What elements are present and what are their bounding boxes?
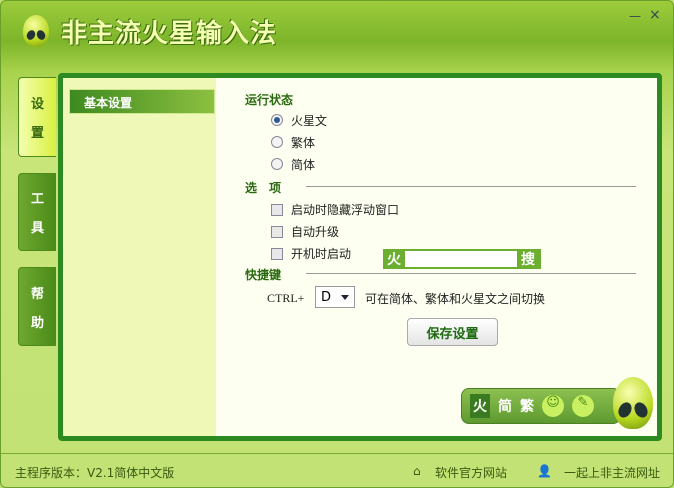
main-window: 非主流火星输入法 — × 设置 工具 帮助 基本设置 运行状态 火星文 繁体 简…	[0, 0, 674, 488]
radio-martian[interactable]	[271, 114, 283, 126]
tab-label: 助	[30, 315, 44, 331]
hotkey-heading: 快捷键	[245, 268, 282, 282]
checkbox-hide-float[interactable]	[271, 204, 283, 216]
checkbox-startup[interactable]	[271, 248, 283, 260]
hotkey-description: 可在简体、繁体和火星文之间切换	[365, 292, 546, 306]
divider	[306, 186, 636, 187]
footer-divider	[1, 453, 673, 454]
search-box: 火 搜	[383, 249, 541, 269]
checkbox-label: 自动升级	[291, 225, 340, 239]
divider	[306, 273, 636, 274]
tab-tools[interactable]: 工具	[18, 173, 56, 251]
tab-label: 帮	[30, 286, 44, 302]
community-link[interactable]: 一起上非主流网址	[564, 464, 660, 481]
checkbox-label: 开机时启动	[291, 247, 352, 261]
traditional-button[interactable]: 繁	[520, 396, 534, 416]
radio-label: 火星文	[291, 114, 328, 128]
official-site-link[interactable]: 软件官方网站	[435, 464, 507, 481]
sidebar: 基本设置	[63, 78, 216, 436]
fire-label: 火	[387, 252, 401, 268]
tab-settings[interactable]: 设置	[18, 77, 56, 157]
tab-label: 设	[30, 97, 44, 112]
radio-label: 简体	[291, 158, 316, 172]
tab-label: 具	[30, 221, 44, 236]
alien-logo-icon	[23, 15, 49, 47]
hotkey-value: D	[321, 290, 332, 305]
checkbox-label: 启动时隐藏浮动窗口	[291, 203, 400, 217]
home-icon: ⌂	[413, 464, 421, 478]
user-chat-icon: 👤	[537, 464, 552, 478]
save-button[interactable]: 保存设置	[407, 318, 498, 346]
options-heading: 选 项	[245, 181, 282, 195]
floating-toolbar: 火 简 繁 ☺ ✎	[461, 388, 621, 424]
settings-panel: 基本设置	[58, 73, 662, 441]
radio-label: 繁体	[291, 136, 316, 150]
alien-mascot-icon	[613, 377, 653, 429]
radio-simplified[interactable]	[271, 158, 283, 170]
tab-help[interactable]: 帮助	[18, 267, 56, 346]
chevron-down-icon	[341, 295, 349, 304]
version-text: 主程序版本：V2.1简体中文版	[15, 466, 175, 480]
wrench-icon[interactable]: ✎	[572, 395, 594, 417]
checkbox-auto-update[interactable]	[271, 226, 283, 238]
run-state-heading: 运行状态	[245, 93, 294, 107]
tab-label: 工	[30, 192, 44, 207]
search-input[interactable]	[405, 251, 517, 267]
simplified-button[interactable]: 简	[498, 396, 512, 416]
app-title: 非主流火星输入法	[61, 19, 278, 49]
tab-label: 置	[30, 126, 44, 141]
sidebar-item-basic-settings[interactable]: 基本设置	[69, 89, 215, 114]
hotkey-select[interactable]: D	[315, 286, 355, 308]
search-button[interactable]: 搜	[517, 249, 539, 269]
minimize-button[interactable]: —	[629, 9, 641, 23]
smiley-icon[interactable]: ☺	[542, 395, 564, 417]
close-button[interactable]: ×	[649, 7, 661, 23]
fire-mode-button[interactable]: 火	[470, 394, 490, 418]
ctrl-label: CTRL+	[267, 291, 305, 305]
radio-traditional[interactable]	[271, 136, 283, 148]
